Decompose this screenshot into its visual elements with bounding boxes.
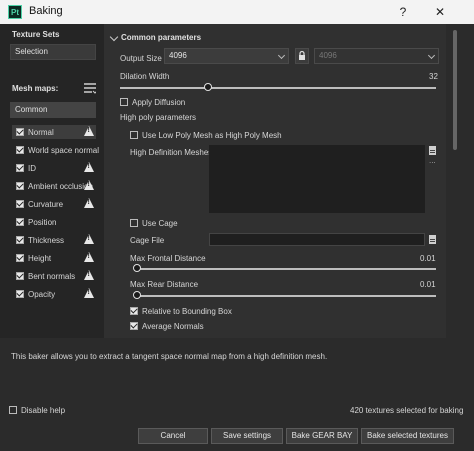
mesh-map-checkbox[interactable] xyxy=(16,200,24,208)
max-rear-value: 0.01 xyxy=(420,280,436,289)
bake-selected-button[interactable]: Bake selected textures xyxy=(361,428,454,444)
title-bar: Pt Baking ? ✕ xyxy=(0,0,474,24)
output-size-label: Output Size xyxy=(120,54,162,63)
high-poly-title: High poly parameters xyxy=(120,113,197,122)
lock-icon[interactable] xyxy=(295,48,309,64)
mesh-maps-title: Mesh maps: xyxy=(12,84,59,93)
save-settings-button[interactable]: Save settings xyxy=(211,428,283,444)
help-text: This baker allows you to extract a tange… xyxy=(11,352,328,361)
mesh-map-label: Normal xyxy=(28,128,54,137)
mesh-map-label: Opacity xyxy=(28,290,56,299)
mesh-map-item[interactable]: Bent normals xyxy=(12,269,96,283)
mesh-map-checkbox[interactable] xyxy=(16,182,24,190)
mesh-map-item[interactable]: Position xyxy=(12,215,96,229)
relative-bbox-checkbox[interactable] xyxy=(130,307,138,315)
texture-sets-title: Texture Sets xyxy=(12,30,60,39)
mesh-map-item[interactable]: ID xyxy=(12,161,96,175)
common-parameters-title: Common parameters xyxy=(121,33,202,42)
hd-meshes-list[interactable] xyxy=(209,145,425,213)
close-button[interactable]: ✕ xyxy=(423,0,457,24)
warning-icon xyxy=(84,234,94,244)
mesh-map-checkbox[interactable] xyxy=(16,128,24,136)
bake-gear-bay-button[interactable]: Bake GEAR BAY xyxy=(286,428,358,444)
cancel-button[interactable]: Cancel xyxy=(138,428,208,444)
output-size-locked-dropdown: 4096 xyxy=(314,48,439,64)
use-low-poly-label: Use Low Poly Mesh as High Poly Mesh xyxy=(142,131,282,140)
warning-icon xyxy=(84,180,94,190)
mesh-map-item[interactable]: Opacity xyxy=(12,287,96,301)
help-button[interactable]: ? xyxy=(386,0,420,24)
apply-diffusion-label: Apply Diffusion xyxy=(132,98,186,107)
max-frontal-handle[interactable] xyxy=(133,264,142,272)
file-icon[interactable] xyxy=(429,146,436,155)
average-normals-label: Average Normals xyxy=(142,322,204,331)
mesh-map-label: Curvature xyxy=(28,200,64,209)
mesh-map-item[interactable]: World space normal xyxy=(12,143,99,157)
common-item[interactable]: Common xyxy=(10,102,96,118)
mesh-map-checkbox[interactable] xyxy=(16,254,24,262)
disable-help-checkbox[interactable] xyxy=(9,406,17,414)
use-cage-label: Use Cage xyxy=(142,219,178,228)
use-low-poly-checkbox[interactable] xyxy=(130,131,138,139)
output-size-dropdown[interactable]: 4096 xyxy=(164,48,289,64)
average-normals-checkbox[interactable] xyxy=(130,322,138,330)
apply-diffusion-checkbox[interactable] xyxy=(120,98,128,106)
warning-icon xyxy=(84,162,94,172)
textures-selected-count: 420 textures selected for baking xyxy=(350,406,464,415)
warning-icon xyxy=(84,288,94,298)
mesh-map-checkbox[interactable] xyxy=(16,290,24,298)
warning-icon xyxy=(84,126,94,136)
output-size-value: 4096 xyxy=(169,51,187,60)
list-settings-icon[interactable] xyxy=(84,82,98,94)
hd-meshes-more[interactable]: ... xyxy=(429,156,436,165)
mesh-map-item[interactable]: Ambient occlusion xyxy=(12,179,96,193)
mesh-map-label: Bent normals xyxy=(28,272,76,281)
dilation-width-slider[interactable] xyxy=(120,87,436,89)
chevron-down-icon xyxy=(277,51,286,60)
output-size-locked-value: 4096 xyxy=(319,51,337,60)
mesh-map-checkbox[interactable] xyxy=(16,146,24,154)
max-rear-handle[interactable] xyxy=(133,291,142,299)
warning-icon xyxy=(84,198,94,208)
scrollbar-thumb[interactable] xyxy=(453,30,457,150)
dilation-width-value: 32 xyxy=(429,72,438,81)
mesh-map-item[interactable]: Curvature xyxy=(12,197,96,211)
cage-file-label: Cage File xyxy=(130,236,165,245)
mesh-map-label: ID xyxy=(28,164,36,173)
window-title: Baking xyxy=(29,5,63,17)
max-rear-label: Max Rear Distance xyxy=(130,280,199,289)
mesh-map-checkbox[interactable] xyxy=(16,272,24,280)
mesh-map-label: Thickness xyxy=(28,236,65,245)
warning-icon xyxy=(84,252,94,262)
painter-logo-icon: Pt xyxy=(8,5,22,19)
mesh-map-checkbox[interactable] xyxy=(16,236,24,244)
mesh-map-item[interactable]: Height xyxy=(12,251,96,265)
relative-bbox-label: Relative to Bounding Box xyxy=(142,307,232,316)
mesh-map-checkbox[interactable] xyxy=(16,164,24,172)
dilation-width-label: Dilation Width xyxy=(120,72,170,81)
warning-icon xyxy=(84,270,94,280)
texture-set-selection[interactable]: Selection xyxy=(10,44,96,60)
mesh-map-item[interactable]: Normal xyxy=(12,125,96,139)
disable-help-label: Disable help xyxy=(21,406,66,415)
file-icon[interactable] xyxy=(429,235,436,244)
max-frontal-value: 0.01 xyxy=(420,254,436,263)
mesh-map-checkbox[interactable] xyxy=(16,218,24,226)
max-frontal-slider[interactable] xyxy=(134,268,436,270)
mesh-map-label: Position xyxy=(28,218,57,227)
mesh-map-label: World space normal xyxy=(28,146,99,155)
max-frontal-label: Max Frontal Distance xyxy=(130,254,206,263)
max-rear-slider[interactable] xyxy=(134,295,436,297)
chevron-down-icon xyxy=(427,51,436,60)
cage-file-field[interactable] xyxy=(209,233,425,246)
use-cage-checkbox[interactable] xyxy=(130,219,138,227)
hd-meshes-label: High Definition Meshes xyxy=(130,148,213,157)
mesh-map-item[interactable]: Thickness xyxy=(12,233,96,247)
mesh-map-label: Height xyxy=(28,254,52,263)
